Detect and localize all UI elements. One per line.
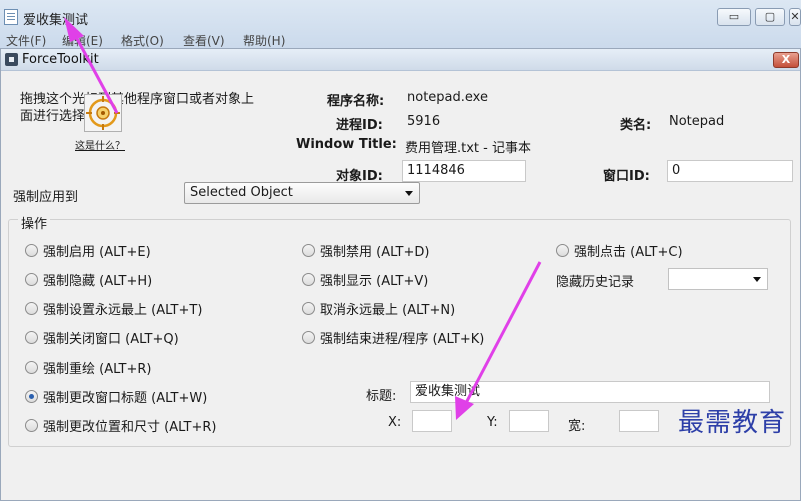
window-id-field[interactable]: 0 [667,160,793,182]
operations-legend: 操作 [18,213,51,232]
radio-dot [25,361,38,374]
radio-dot [25,244,38,257]
x-input[interactable] [412,410,452,432]
chevron-down-icon [405,191,413,196]
program-name-value: notepad.exe [407,90,488,105]
width-input[interactable] [619,410,659,432]
process-id-label: 进程ID: [336,118,383,133]
radio-label: 强制点击 (ALT+C) [574,245,683,260]
radio-label: 强制关闭窗口 (ALT+Q) [43,332,179,347]
window-title-value: 费用管理.txt - 记事本 [405,141,531,156]
x-label: X: [388,415,402,430]
radio-dot [302,331,315,344]
title-field-label: 标题: [366,389,397,404]
apply-to-label: 强制应用到 [13,190,79,205]
radio-label: 取消永远最上 (ALT+N) [320,303,456,318]
radio-force-click[interactable]: 强制点击 (ALT+C) [556,241,683,260]
dialog-titlebar: ForceToolkit X [1,49,800,71]
apply-to-select[interactable]: Selected Object [184,182,420,204]
y-label: Y: [487,415,498,430]
notepad-title: 爱收集测试 [23,13,89,28]
menu-edit[interactable]: 编辑(E) [62,32,103,49]
menu-file[interactable]: 文件(F) [6,32,46,49]
hide-history-select[interactable] [668,268,768,290]
radio-cancel-topmost[interactable]: 取消永远最上 (ALT+N) [302,299,455,318]
radio-force-enable[interactable]: 强制启用 (ALT+E) [25,241,151,260]
radio-dot [25,273,38,286]
target-cursor-icon[interactable] [84,94,122,132]
menu-help[interactable]: 帮助(H) [243,32,285,49]
dialog-title: ForceToolkit [22,52,99,67]
title-input[interactable]: 爱收集测试 [410,381,770,403]
radio-dot [556,244,569,257]
radio-force-kill-process[interactable]: 强制结束进程/程序 (ALT+K) [302,328,484,347]
class-name-value: Notepad [669,114,725,129]
radio-dot [302,244,315,257]
radio-label: 强制禁用 (ALT+D) [320,245,430,260]
radio-label: 强制启用 (ALT+E) [43,245,151,260]
radio-force-change-position-size[interactable]: 强制更改位置和尺寸 (ALT+R) [25,416,217,435]
dialog-close-button[interactable]: X [773,52,799,68]
process-id-value: 5916 [407,114,441,129]
object-id-field[interactable]: 1114846 [402,160,526,182]
notepad-close-button[interactable]: ✕ [789,8,801,26]
radio-label: 强制显示 (ALT+V) [320,274,429,289]
width-label: 宽: [568,419,586,434]
minimize-icon: ▭ [728,10,740,23]
radio-force-show[interactable]: 强制显示 (ALT+V) [302,270,428,289]
apply-to-selected: Selected Object [190,185,293,200]
radio-label: 强制重绘 (ALT+R) [43,362,152,377]
radio-label: 强制更改窗口标题 (ALT+W) [43,391,208,406]
maximize-icon: ▢ [764,10,776,23]
hide-history-label: 隐藏历史记录 [556,275,635,290]
radio-dot [302,273,315,286]
radio-force-hide[interactable]: 强制隐藏 (ALT+H) [25,270,152,289]
radio-dot [25,331,38,344]
menu-view[interactable]: 查看(V) [183,32,225,49]
radio-force-close-window[interactable]: 强制关闭窗口 (ALT+Q) [25,328,179,347]
radio-dot [25,302,38,315]
close-icon: ✕ [790,10,800,23]
what-is-this-link[interactable]: 这是什么？ [75,137,125,152]
radio-label: 强制更改位置和尺寸 (ALT+R) [43,420,217,435]
radio-force-topmost[interactable]: 强制设置永远最上 (ALT+T) [25,299,202,318]
instruction-text: 拖拽这个光标到其他程序窗口或者对象上面进行选择: [20,92,255,124]
window-id-label: 窗口ID: [603,169,650,184]
radio-force-redraw[interactable]: 强制重绘 (ALT+R) [25,358,152,377]
app-icon [5,53,18,66]
notepad-icon [4,9,18,25]
radio-label: 强制设置永远最上 (ALT+T) [43,303,203,318]
class-name-label: 类名: [620,118,652,133]
radio-force-disable[interactable]: 强制禁用 (ALT+D) [302,241,429,260]
menu-format[interactable]: 格式(O) [121,32,164,49]
radio-dot [302,302,315,315]
minimize-button[interactable]: ▭ [717,8,751,26]
radio-label: 强制隐藏 (ALT+H) [43,274,153,289]
notepad-menubar: 文件(F) 编辑(E) 格式(O) 查看(V) 帮助(H) [0,32,801,48]
radio-dot-selected [25,390,38,403]
y-input[interactable] [509,410,549,432]
radio-dot [25,419,38,432]
radio-force-change-title[interactable]: 强制更改窗口标题 (ALT+W) [25,387,207,406]
program-name-label: 程序名称: [327,94,385,109]
radio-label: 强制结束进程/程序 (ALT+K) [320,332,485,347]
watermark-text: 最需教育 [678,408,787,438]
maximize-button[interactable]: ▢ [755,8,785,26]
chevron-down-icon [753,277,761,282]
window-title-label: Window Title: [296,137,397,152]
